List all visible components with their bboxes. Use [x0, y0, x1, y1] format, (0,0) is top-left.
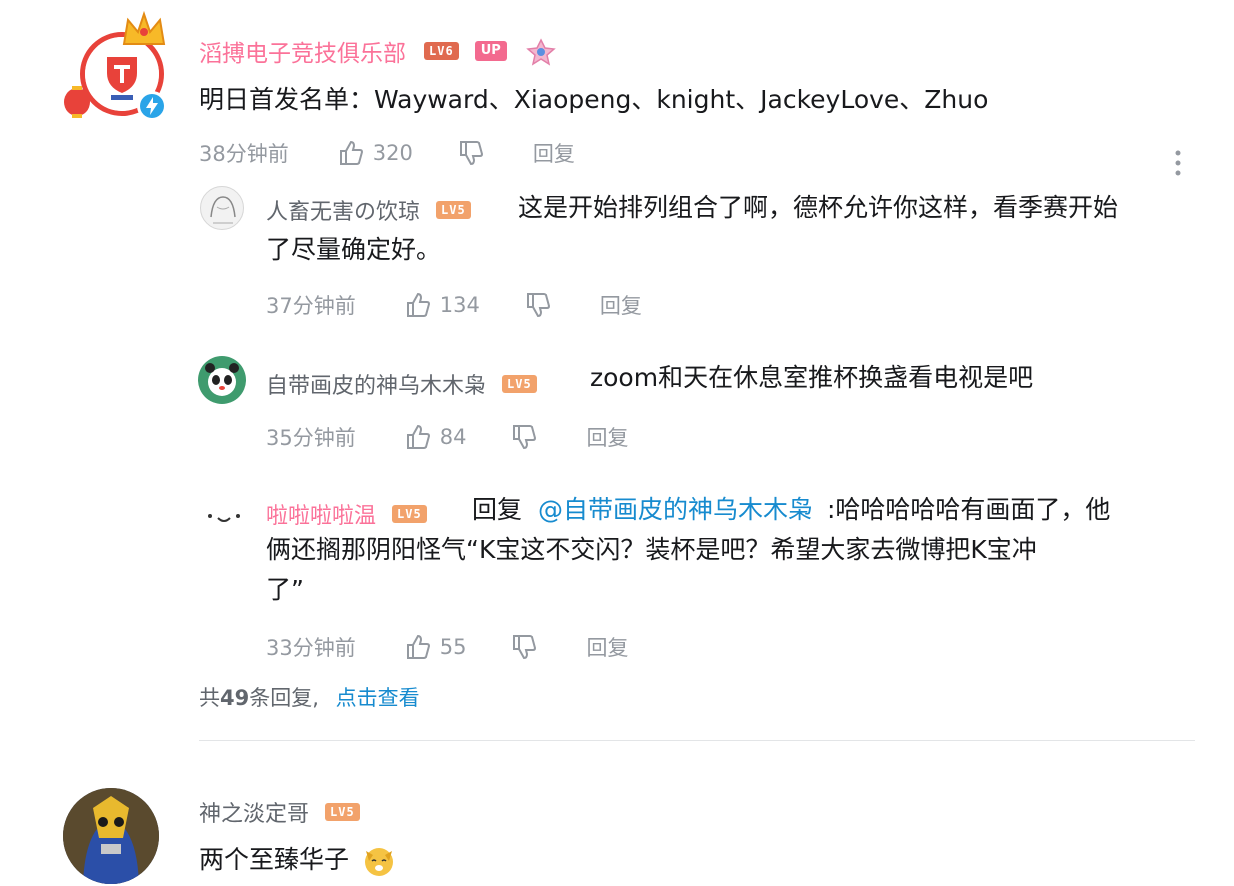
comment-username[interactable]: 神之淡定哥	[199, 796, 309, 828]
comment-content: 两个至臻华子	[199, 845, 350, 874]
verified-icon	[137, 91, 167, 121]
view-replies-link[interactable]: 点击查看	[336, 686, 420, 710]
like-count: 84	[439, 425, 467, 449]
main-comment-username[interactable]: 滔搏电子竞技俱乐部	[199, 34, 406, 68]
reply-summary-prefix: 共	[199, 686, 220, 710]
dislike-button[interactable]	[510, 633, 538, 661]
like-icon	[406, 292, 430, 317]
reply-avatar[interactable]	[200, 496, 248, 536]
robot-avatar-icon	[63, 788, 159, 884]
reply-button[interactable]: 回复	[586, 632, 628, 662]
main-comment-content: 明日首发名单：Wayward、Xiaopeng、knight、JackeyLov…	[199, 85, 989, 114]
reply-content-line: 俩还搁那阴阳怪气“K宝这不交闪？装杯是吧？希望大家去微博把K宝冲	[266, 535, 1037, 564]
reply-content-line: 这是开始排列组合了啊，德杯允许你这样，看季赛开始	[518, 193, 1119, 222]
reply-count: 49	[220, 686, 250, 710]
dislike-icon	[459, 141, 483, 166]
crown-frame-icon	[122, 10, 166, 45]
divider	[199, 740, 1195, 741]
level-badge: LV5	[392, 505, 427, 523]
level-badge: LV5	[502, 375, 537, 393]
comment-time: 38分钟前	[199, 142, 289, 166]
mention-link[interactable]: @自带画皮的神乌木木枭	[538, 495, 813, 524]
reply-username[interactable]: 自带画皮的神乌木木枭	[266, 368, 486, 400]
dislike-button[interactable]	[510, 423, 538, 451]
dislike-button[interactable]	[457, 139, 485, 167]
panda-avatar-icon	[205, 363, 239, 396]
reply-summary-suffix: 条回复,	[249, 686, 319, 710]
reply-content-line: 了尽量确定好。	[266, 235, 442, 264]
reply-button[interactable]: 回复	[586, 422, 628, 452]
dislike-button[interactable]	[524, 291, 552, 319]
more-icon[interactable]	[1170, 148, 1186, 180]
reply-content: zoom和天在休息室推杯换盏看电视是吧	[590, 363, 1034, 392]
like-button[interactable]: 320	[337, 139, 413, 167]
like-count: 134	[439, 293, 480, 317]
dislike-icon	[513, 635, 537, 660]
up-badge: UP	[474, 41, 507, 61]
like-icon	[406, 424, 430, 449]
like-button[interactable]: 134	[404, 291, 480, 319]
reply-content-line: 了”	[266, 575, 304, 604]
like-count: 320	[372, 141, 413, 165]
like-count: 55	[439, 635, 467, 659]
reply-avatar[interactable]	[200, 186, 244, 230]
reply-content-line: :哈哈哈哈哈有画面了，他	[826, 495, 1111, 524]
reply-prefix: 回复	[472, 495, 523, 524]
level-badge: LV6	[424, 42, 459, 60]
reply-avatar[interactable]	[198, 356, 246, 404]
comment-time: 35分钟前	[266, 426, 356, 450]
reply-button[interactable]: 回复	[600, 290, 642, 320]
comment-time: 37分钟前	[266, 294, 356, 318]
lantern-icon	[64, 86, 90, 118]
like-button[interactable]: 84	[404, 423, 467, 451]
comment-time: 33分钟前	[266, 636, 356, 660]
dog-emoji-icon	[364, 848, 393, 876]
like-icon	[406, 634, 430, 659]
level-badge: LV5	[325, 803, 360, 821]
sketch-avatar-icon	[210, 196, 236, 224]
dislike-icon	[513, 425, 537, 450]
like-button[interactable]: 55	[404, 633, 467, 661]
reply-username[interactable]: 啦啦啦啦温	[266, 498, 376, 530]
fan-medal-icon	[525, 38, 556, 66]
comment-avatar[interactable]	[63, 788, 159, 884]
reply-button[interactable]: 回复	[533, 138, 575, 168]
dislike-icon	[526, 293, 550, 318]
smiley-avatar-icon	[208, 514, 240, 522]
main-comment-avatar-frame[interactable]	[62, 10, 180, 132]
level-badge: LV5	[436, 201, 471, 219]
like-icon	[339, 140, 363, 165]
reply-username[interactable]: 人畜无害の饮琼	[266, 194, 420, 226]
reply-summary: 共49条回复, 点击查看	[199, 682, 420, 712]
